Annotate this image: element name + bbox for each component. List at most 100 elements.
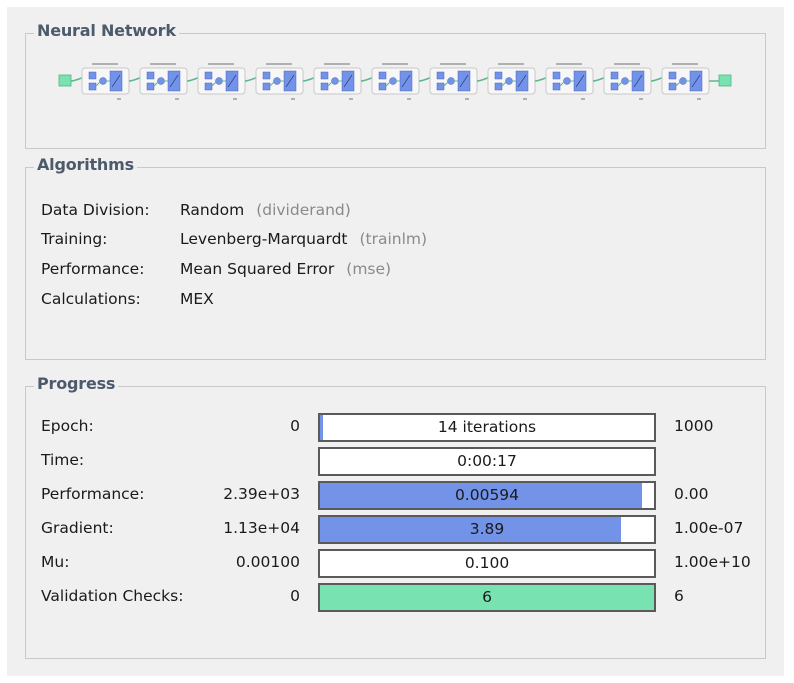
- progress-current-value: 6: [482, 588, 492, 606]
- bias-icon: [204, 82, 213, 91]
- progress-row-time: Time: 0:00:17: [26, 447, 765, 476]
- algorithm-value: Levenberg-Marquardt: [180, 230, 348, 248]
- bias-icon: [262, 82, 271, 91]
- sum-icon: [331, 77, 339, 85]
- layer-title-text: [324, 63, 350, 65]
- layer-size-text: [349, 98, 353, 100]
- progress-current-value: 0.100: [464, 554, 510, 572]
- layer-size-text: [291, 98, 295, 100]
- sum-icon: [563, 77, 571, 85]
- layer-title-text: [498, 63, 524, 65]
- bias-icon: [668, 82, 677, 91]
- sum-icon: [447, 77, 455, 85]
- layer-size-text: [233, 98, 237, 100]
- layer-title-text: [614, 63, 640, 65]
- progress-end-value: 1000: [674, 417, 714, 435]
- algorithm-row-data-division: Data Division: Random (dividerand): [41, 199, 351, 221]
- progress-end-value: 1.00e+10: [674, 553, 751, 571]
- layer-size-text: [581, 98, 585, 100]
- bias-icon: [610, 82, 619, 91]
- layer-title-text: [208, 63, 234, 65]
- progress-current-value: 0.00594: [454, 486, 520, 504]
- progress-current-value: 0:00:17: [457, 452, 517, 470]
- algorithm-row-performance: Performance: Mean Squared Error (mse): [41, 258, 391, 280]
- layer-title-text: [440, 63, 466, 65]
- network-diagram: [58, 63, 732, 100]
- sum-icon: [215, 77, 223, 85]
- weight-icon: [494, 71, 503, 80]
- progress-label: Mu:: [41, 553, 70, 571]
- sum-icon: [157, 77, 165, 85]
- bias-icon: [88, 82, 97, 91]
- layer-size-text: [175, 98, 179, 100]
- bias-icon: [378, 82, 387, 91]
- bias-icon: [436, 82, 445, 91]
- progress-row-gradient: Gradient: 1.13e+04 3.89 1.00e-07: [26, 515, 765, 544]
- progress-current-value: 14 iterations: [437, 418, 537, 436]
- weight-icon: [320, 71, 329, 80]
- layer-title-text: [92, 63, 118, 65]
- gradient-progress-bar: 3.89: [318, 515, 656, 544]
- algorithm-label: Performance:: [41, 260, 145, 278]
- progress-row-mu: Mu: 0.00100 0.100 1.00e+10: [26, 549, 765, 578]
- weight-icon: [552, 71, 561, 80]
- progress-label: Performance:: [41, 485, 145, 503]
- layer-size-text: [465, 98, 469, 100]
- input-node-icon: [58, 74, 72, 87]
- progress-start-value: 0.00100: [235, 553, 300, 571]
- algorithm-value: Random: [180, 201, 245, 219]
- sum-icon: [99, 77, 107, 85]
- progress-label: Epoch:: [41, 417, 94, 435]
- sum-icon: [621, 77, 629, 85]
- progress-label: Validation Checks:: [41, 587, 184, 605]
- algorithm-function: (mse): [346, 260, 392, 278]
- algorithm-label: Calculations:: [41, 290, 141, 308]
- progress-start-value: 0: [290, 417, 300, 435]
- progress-label: Gradient:: [41, 519, 114, 537]
- algorithm-row-training: Training: Levenberg-Marquardt (trainlm): [41, 228, 427, 250]
- sum-icon: [273, 77, 281, 85]
- bias-icon: [494, 82, 503, 91]
- bias-icon: [146, 82, 155, 91]
- weight-icon: [146, 71, 155, 80]
- neural-network-panel: Neural Network: [25, 21, 766, 149]
- layer-size-text: [639, 98, 643, 100]
- weight-icon: [378, 71, 387, 80]
- algorithm-value: Mean Squared Error: [180, 260, 335, 278]
- weight-icon: [668, 71, 677, 80]
- algorithm-label: Data Division:: [41, 201, 150, 219]
- progress-panel: Progress Epoch: 0 14 iterations 1000 Tim…: [25, 374, 766, 659]
- progress-start-value: 1.13e+04: [223, 519, 300, 537]
- bias-icon: [552, 82, 561, 91]
- algorithm-row-calculations: Calculations: MEX: [41, 288, 226, 310]
- mu-progress-bar: 0.100: [318, 549, 656, 578]
- layer-title-text: [556, 63, 582, 65]
- progress-row-performance: Performance: 2.39e+03 0.00594 0.00: [26, 481, 765, 510]
- progress-row-validation-checks: Validation Checks: 0 6 6: [26, 583, 765, 612]
- sum-icon: [679, 77, 687, 85]
- layer-title-text: [672, 63, 698, 65]
- progress-label: Time:: [41, 451, 85, 469]
- progress-end-value: 0.00: [674, 485, 709, 503]
- bias-icon: [320, 82, 329, 91]
- progress-current-value: 3.89: [469, 520, 505, 538]
- weight-icon: [262, 71, 271, 80]
- progress-end-value: 1.00e-07: [674, 519, 744, 537]
- progress-title: Progress: [34, 374, 119, 393]
- algorithm-function: (dividerand): [256, 201, 351, 219]
- progress-start-value: 0: [290, 587, 300, 605]
- layer-title-text: [150, 63, 176, 65]
- weight-icon: [88, 71, 97, 80]
- layer-title-text: [382, 63, 408, 65]
- algorithm-function: (trainlm): [359, 230, 428, 248]
- time-progress-bar: 0:00:17: [318, 447, 656, 476]
- weight-icon: [204, 71, 213, 80]
- algorithm-value: MEX: [180, 290, 214, 308]
- algorithm-label: Training:: [41, 230, 108, 248]
- sum-icon: [389, 77, 397, 85]
- layer-size-text: [697, 98, 701, 100]
- layer-title-text: [266, 63, 292, 65]
- layer-size-text: [523, 98, 527, 100]
- algorithms-title: Algorithms: [34, 155, 137, 174]
- layer-size-text: [407, 98, 411, 100]
